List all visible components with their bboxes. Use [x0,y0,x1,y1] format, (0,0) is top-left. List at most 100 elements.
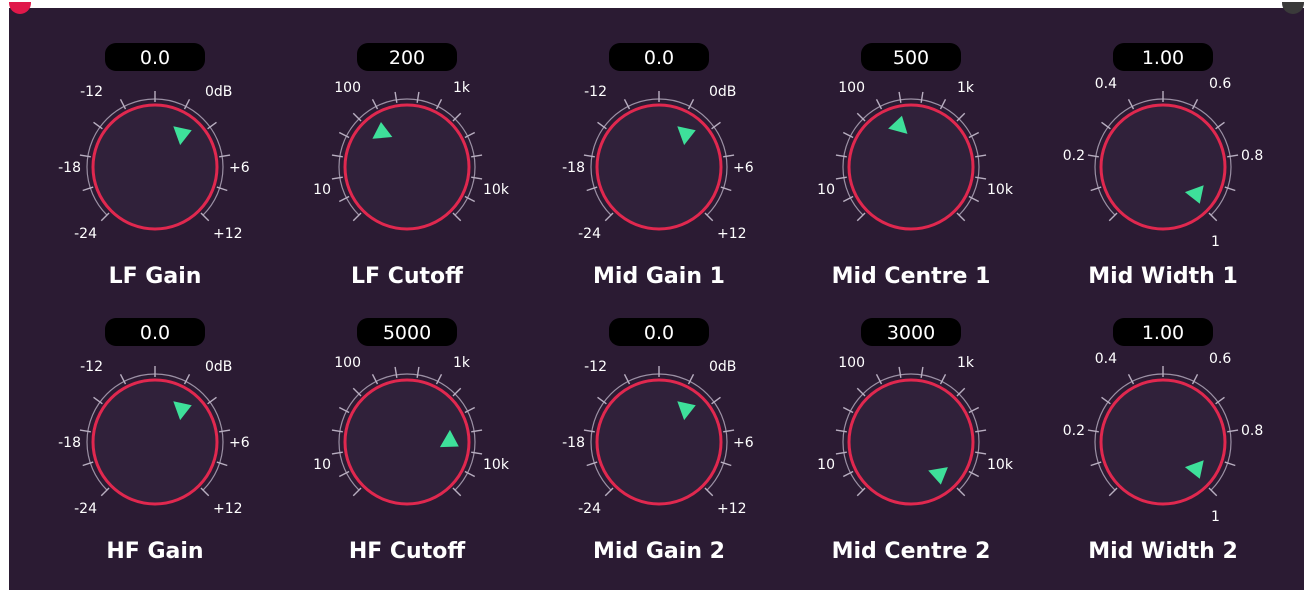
hf-gain-knob-group: 0.0 -12 0dB -18 +6 -24 +12 HF Gain [58,318,250,564]
mid-gain-2-tick [583,429,595,433]
mid-centre-1-scale-label: 10k [987,182,1014,198]
mid-width-2-scale-label: 0.4 [1095,351,1117,367]
mid-gain-1-knob-group: 0.0 -12 0dB -18 +6 -24 +12 Mid Gain 1 [562,43,754,289]
lf-gain-value: 0.0 [140,47,170,69]
lf-gain-scale-label: +6 [229,160,250,176]
mid-centre-2-knob-group: 3000 100 1k 10 10k Mid Centre 2 [817,318,1014,564]
mid-gain-2-knob[interactable] [595,378,723,506]
lf-cutoff-scale-label: 100 [334,80,361,96]
hf-gain-knob[interactable] [91,378,219,506]
mid-width-2-readout[interactable]: 1.00 [1113,318,1213,346]
mid-gain-2-scale-label: +6 [733,435,754,451]
mid-gain-2-scale-label: 0dB [709,359,736,375]
lf-cutoff-knob-group: 200 100 1k 10 10k LF Cutoff [313,43,510,289]
eq-panel: 0.0 -12 0dB -18 +6 -24 +12 LF Gain 200 100 1k 10 10k… [9,2,1304,590]
lf-gain-knob[interactable] [91,103,219,231]
lf-gain-tick [79,154,91,158]
mid-width-1-scale-label: 1 [1211,234,1220,250]
mid-gain-1-knob[interactable] [595,103,723,231]
mid-centre-2-knob[interactable] [847,378,975,506]
lf-gain-tick [219,154,231,158]
mid-centre-2-knob-ring [847,378,975,506]
mid-width-2-value: 1.00 [1142,322,1184,344]
hf-gain-readout[interactable]: 0.0 [105,318,205,346]
mid-centre-1-tick [835,154,847,158]
mid-centre-1-scale-label: 1k [957,80,975,96]
hf-cutoff-tick [331,429,343,433]
mid-width-2-knob-ring [1099,378,1227,506]
mid-centre-1-tick [898,91,902,103]
mid-width-2-scale-label: 0.2 [1063,423,1085,439]
mid-width-1-label: Mid Width 1 [1088,264,1238,289]
lf-gain-tick [82,186,94,192]
mid-width-1-readout[interactable]: 1.00 [1113,43,1213,71]
mid-width-2-tick [1227,429,1239,433]
hf-gain-scale-label: +12 [213,501,243,517]
mid-width-1-tick [1224,186,1236,192]
mid-width-1-tick [1227,154,1239,158]
hf-cutoff-value: 5000 [383,322,431,344]
mid-width-1-knob[interactable] [1099,103,1227,231]
mid-gain-2-value: 0.0 [644,322,674,344]
mid-gain-1-scale-label: 0dB [709,84,736,100]
mid-centre-2-tick [975,451,987,455]
mid-width-1-scale-label: 0.8 [1241,148,1263,164]
mid-centre-2-value: 3000 [887,322,935,344]
lf-gain-label: LF Gain [109,264,202,289]
mid-centre-1-label: Mid Centre 1 [832,264,991,289]
mid-gain-1-readout[interactable]: 0.0 [609,43,709,71]
mid-gain-2-tick [723,429,735,433]
hf-cutoff-knob[interactable] [343,378,471,506]
lf-cutoff-tick [394,91,398,103]
mid-centre-2-readout[interactable]: 3000 [861,318,961,346]
mid-width-1-scale-label: 0.4 [1095,76,1117,92]
mid-gain-2-tick [720,461,732,467]
hf-gain-scale-label: -24 [74,501,97,517]
knob-grid: 0.0 -12 0dB -18 +6 -24 +12 LF Gain 200 100 1k 10 10k… [58,43,1263,564]
lf-cutoff-scale-label: 1k [453,80,471,96]
mid-gain-1-label: Mid Gain 1 [593,264,725,289]
mid-width-1-scale-label: 0.6 [1209,76,1231,92]
lf-gain-readout[interactable]: 0.0 [105,43,205,71]
mid-gain-2-knob-group: 0.0 -12 0dB -18 +6 -24 +12 Mid Gain 2 [562,318,754,564]
mid-width-1-tick [1090,186,1102,192]
hf-cutoff-readout[interactable]: 5000 [357,318,457,346]
mid-gain-2-tick [586,461,598,467]
hf-cutoff-scale-label: 100 [334,355,361,371]
mid-width-2-scale-label: 0.6 [1209,351,1231,367]
mid-centre-2-tick [835,451,847,455]
mid-centre-1-knob-group: 500 100 1k 10 10k Mid Centre 1 [817,43,1014,289]
hf-gain-scale-label: -18 [58,435,81,451]
hf-cutoff-tick [471,451,483,455]
mid-gain-1-tick [583,154,595,158]
mid-centre-1-knob[interactable] [847,103,975,231]
mid-gain-2-scale-label: +12 [717,501,747,517]
lf-cutoff-tick [471,176,483,180]
lf-cutoff-knob[interactable] [343,103,471,231]
lf-gain-knob-ring [91,103,219,231]
mid-width-2-knob[interactable] [1099,378,1227,506]
mid-width-2-scale-label: 0.8 [1241,423,1263,439]
lf-gain-scale-label: -24 [74,226,97,242]
hf-cutoff-tick [416,366,420,378]
hf-gain-label: HF Gain [106,539,203,564]
lf-gain-scale-label: -12 [80,84,103,100]
mid-width-2-knob-group: 1.00 0.4 0.6 0.2 0.8 1 Mid Width 2 [1063,318,1263,564]
hf-gain-value: 0.0 [140,322,170,344]
mid-centre-1-tick [920,91,924,103]
lf-gain-scale-label: -18 [58,160,81,176]
lf-cutoff-value: 200 [389,47,425,69]
mid-gain-1-tick [586,186,598,192]
mid-centre-2-label: Mid Centre 2 [832,539,991,564]
mid-gain-1-scale-label: -12 [584,84,607,100]
lf-cutoff-knob-ring [343,103,471,231]
mid-centre-2-tick [975,429,987,433]
mid-gain-1-scale-label: -18 [562,160,585,176]
mid-centre-1-knob-ring [847,103,975,231]
lf-cutoff-tick [416,91,420,103]
mid-width-1-knob-group: 1.00 0.4 0.6 0.2 0.8 1 Mid Width 1 [1063,43,1263,289]
mid-gain-2-readout[interactable]: 0.0 [609,318,709,346]
lf-cutoff-tick [471,154,483,158]
lf-cutoff-readout[interactable]: 200 [357,43,457,71]
mid-centre-1-readout[interactable]: 500 [861,43,961,71]
